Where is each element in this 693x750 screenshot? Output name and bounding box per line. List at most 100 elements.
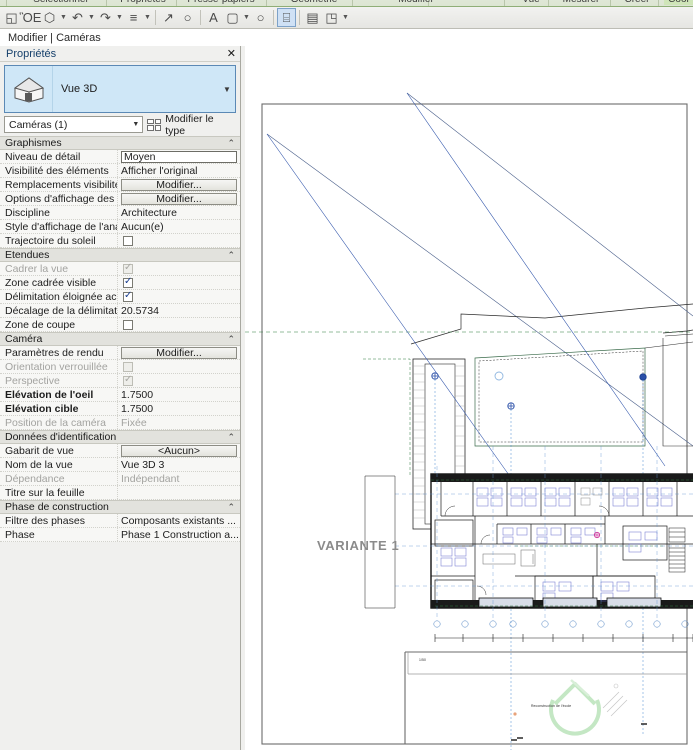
property-value[interactable]: Indépendant <box>118 472 240 485</box>
chevron-up-icon[interactable]: ⌃ <box>227 502 235 513</box>
type-selector[interactable]: Vue 3D ▼ <box>4 65 236 113</box>
property-value[interactable]: Afficher l'original <box>118 164 240 177</box>
3d-view-icon[interactable]: ▢ <box>223 8 242 27</box>
chevron-up-icon[interactable]: ⌃ <box>227 250 235 261</box>
edit-type-button[interactable]: Modifier le type <box>147 113 236 137</box>
measure-icon[interactable]: ○ <box>178 8 197 27</box>
model-icon[interactable]: ⬡ <box>40 8 59 27</box>
property-key: Titre sur la feuille <box>0 486 118 499</box>
property-group-donn-es-d-identification[interactable]: Données d'identification ⌃ <box>0 430 240 444</box>
ribbon-panel-presse-papiers[interactable]: Presse-papiers <box>180 0 262 5</box>
property-value[interactable] <box>118 276 240 289</box>
redo-icon[interactable]: ↷ <box>96 8 115 27</box>
close-icon[interactable]: ✕ <box>227 47 236 60</box>
ribbon-panel-vue[interactable]: Vue <box>516 0 546 5</box>
camera-target-marker <box>494 371 504 381</box>
chevron-down-icon[interactable]: ▼ <box>341 8 350 27</box>
close-hidden-window-icon[interactable]: ▤ <box>303 8 322 27</box>
property-group-phase-de-construction[interactable]: Phase de construction ⌃ <box>0 500 240 514</box>
property-value[interactable]: Modifier... <box>118 192 240 205</box>
drawing-canvas[interactable]: VARIANTE 1 Reconstruction de l'école 1/5… <box>245 46 693 750</box>
property-value[interactable]: 1.7500 <box>118 402 240 415</box>
chevron-down-icon[interactable]: ▼ <box>219 85 235 94</box>
property-value[interactable] <box>118 360 240 373</box>
property-row: Remplacements visibilité... Modifier... <box>0 178 240 192</box>
chevron-down-icon[interactable]: ▼ <box>115 8 124 27</box>
text-icon[interactable]: A <box>204 8 223 27</box>
property-edit-button[interactable]: Modifier... <box>121 192 237 205</box>
ribbon-panel-g-om-trie[interactable]: Géométrie <box>282 0 346 5</box>
property-value[interactable] <box>118 486 240 499</box>
align-icon-glyph: ≡ <box>129 10 138 25</box>
property-edit-button[interactable]: Modifier... <box>121 346 237 359</box>
ribbon-panel-propri-t-s[interactable]: Propriétés <box>112 0 174 5</box>
property-value[interactable]: Vue 3D 3 <box>118 458 240 471</box>
property-key: Visibilité des éléments <box>0 164 118 177</box>
open-icon[interactable]: ◱ <box>2 8 21 27</box>
property-value[interactable]: Modifier... <box>118 178 240 191</box>
property-value[interactable]: Fixée <box>118 416 240 429</box>
logo-watermark <box>549 679 601 736</box>
tile-windows-icon[interactable]: ◳ <box>322 8 341 27</box>
property-value[interactable]: Composants existants ... <box>118 514 240 527</box>
undo-icon[interactable]: ↶ <box>68 8 87 27</box>
property-value[interactable] <box>118 290 240 303</box>
property-value[interactable]: 1.7500 <box>118 388 240 401</box>
property-value[interactable] <box>118 374 240 387</box>
ribbon-panel-cr-er[interactable]: Créer <box>618 0 656 5</box>
chevron-down-icon[interactable]: ▼ <box>59 8 68 27</box>
measure-icon-glyph: ○ <box>183 10 192 25</box>
ribbon-panel-s-lectionner[interactable]: Sélectionner <box>22 0 100 5</box>
checkbox[interactable] <box>123 290 133 302</box>
property-group-cam-ra[interactable]: Caméra ⌃ <box>0 332 240 346</box>
close-hidden-window-icon-glyph: ▤ <box>306 10 319 25</box>
checkbox[interactable] <box>123 319 133 330</box>
property-value[interactable]: Moyen <box>118 150 240 163</box>
align-icon[interactable]: ≡ <box>124 8 143 27</box>
thin-line-icon[interactable]: ↗ <box>159 8 178 27</box>
property-key: Dépendance <box>0 472 118 485</box>
property-value[interactable]: 20.5734 <box>118 304 240 317</box>
property-value[interactable] <box>118 318 240 331</box>
property-group-etendues[interactable]: Etendues ⌃ <box>0 248 240 262</box>
property-value[interactable]: Aucun(e) <box>118 220 240 233</box>
context-title-text: Modifier | Caméras <box>8 31 101 44</box>
chevron-down-icon[interactable]: ▼ <box>87 8 96 27</box>
property-key: Gabarit de vue <box>0 444 118 457</box>
property-value[interactable] <box>118 234 240 247</box>
ribbon-panel-mesurer[interactable]: Mesurer <box>556 0 606 5</box>
chevron-up-icon[interactable]: ⌃ <box>227 432 235 443</box>
property-row: Nom de la vue Vue 3D 3 <box>0 458 240 472</box>
properties-palette: Propriétés ✕ Vue 3D ▼ Caméras (1) ▼ Modi… <box>0 46 241 750</box>
properties-icon[interactable]: ⌸ <box>277 8 296 27</box>
property-key: Discipline <box>0 206 118 219</box>
property-row: Elévation cible 1.7500 <box>0 402 240 416</box>
properties-filter-select[interactable]: Caméras (1) ▼ <box>4 116 144 133</box>
checkbox[interactable] <box>123 276 133 288</box>
property-value[interactable]: Modifier... <box>118 346 240 359</box>
checkbox[interactable] <box>123 235 133 246</box>
chevron-up-icon[interactable]: ⌃ <box>227 138 235 149</box>
thin-line-icon-glyph: ↗ <box>163 10 174 25</box>
property-value[interactable] <box>118 262 240 275</box>
modify-toolbar: ◱ ὋE ⬡ ▼ ↶ ▼ ↷ ▼ ≡ ▼ ↗ ○ A ▢ ▼ ○ ⌸ ▤ ◳ ▼ <box>0 7 693 29</box>
save-icon[interactable]: ὋE <box>20 8 42 27</box>
chevron-down-icon[interactable]: ▼ <box>143 8 152 27</box>
ribbon-panel-coor[interactable]: Coor <box>664 0 693 5</box>
property-group-graphismes[interactable]: Graphismes ⌃ <box>0 136 240 150</box>
property-edit-button[interactable]: <Aucun> <box>121 444 237 457</box>
property-row: Zone de coupe <box>0 318 240 332</box>
section-box-icon[interactable]: ○ <box>251 8 270 27</box>
ribbon-panel-separator <box>610 0 611 6</box>
chevron-down-icon[interactable]: ▼ <box>242 8 251 27</box>
property-value[interactable]: Architecture <box>118 206 240 219</box>
property-input[interactable]: Moyen <box>121 150 237 163</box>
ribbon-panel-modifier[interactable]: Modifier <box>388 0 444 5</box>
house-3d-view-icon <box>5 66 53 112</box>
property-edit-button[interactable]: Modifier... <box>121 178 237 191</box>
section-box-icon-glyph: ○ <box>256 10 265 25</box>
property-value[interactable]: <Aucun> <box>118 444 240 457</box>
property-row: Zone cadrée visible <box>0 276 240 290</box>
property-value[interactable]: Phase 1 Construction a... <box>118 528 240 541</box>
chevron-up-icon[interactable]: ⌃ <box>227 334 235 345</box>
